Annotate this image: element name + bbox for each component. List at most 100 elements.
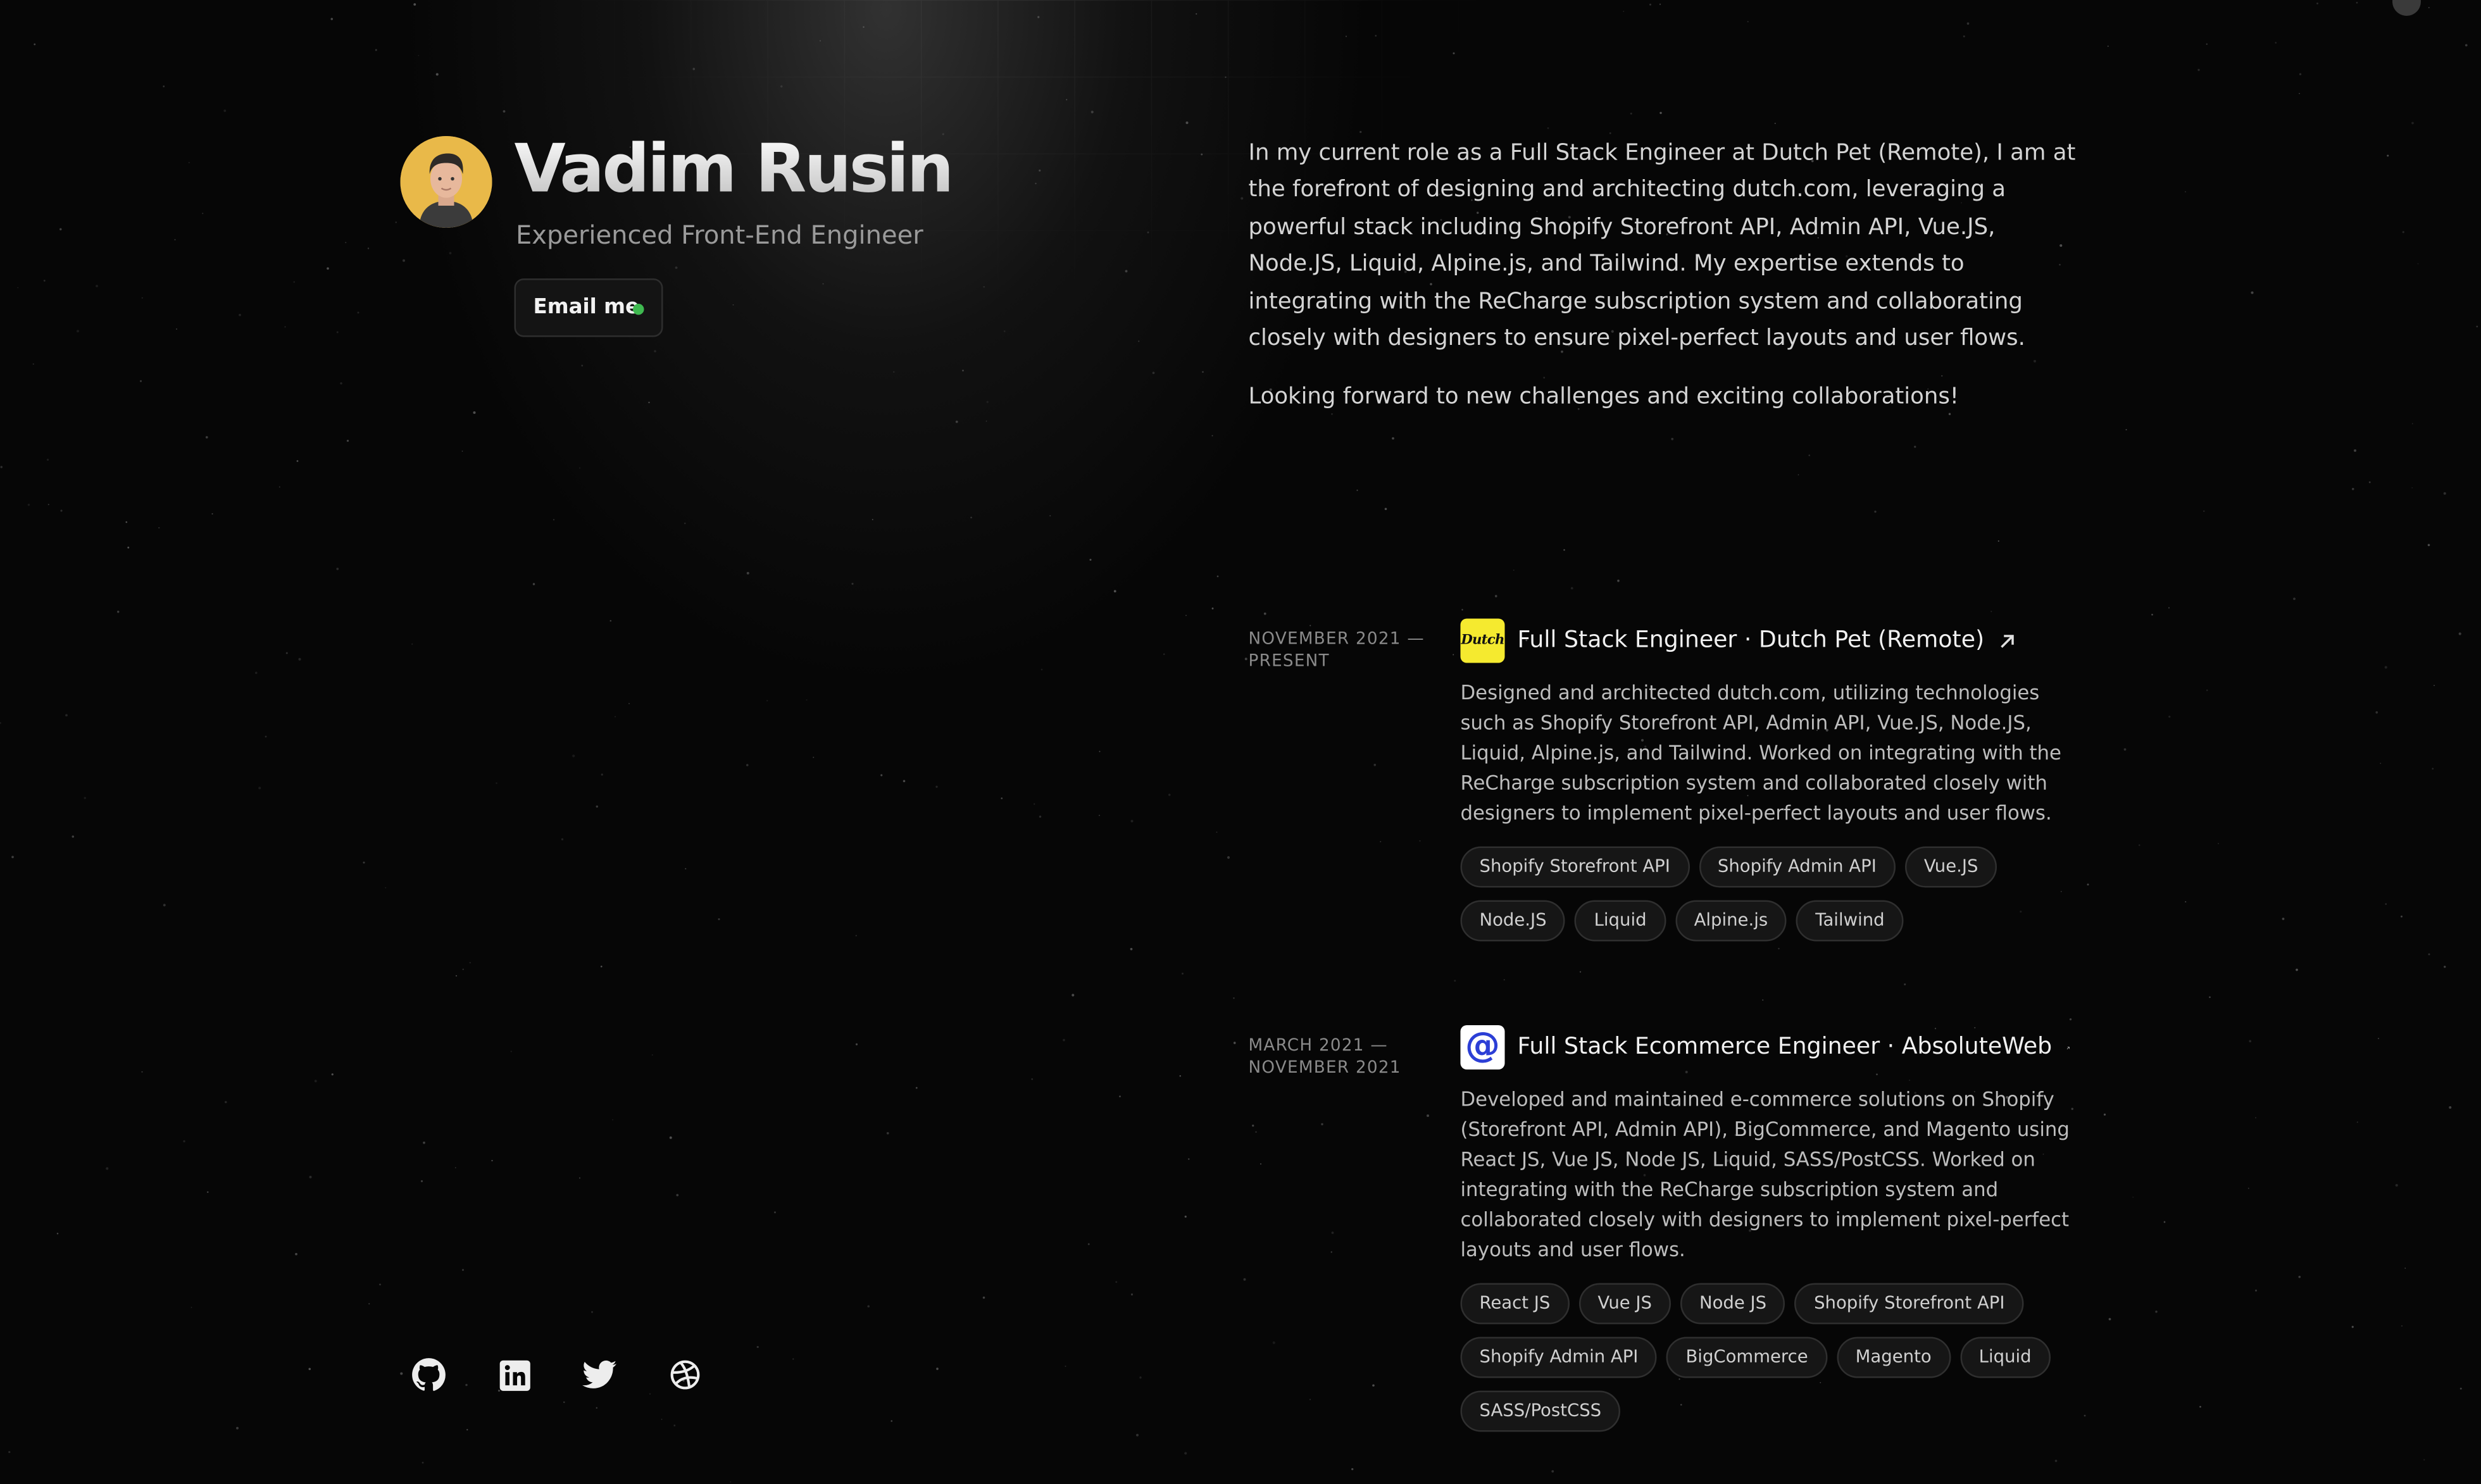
background-star (1904, 983, 1906, 986)
background-star (820, 40, 821, 42)
experience-title-link[interactable]: @ Full Stack Ecommerce Engineer · Absolu… (1460, 1025, 2070, 1069)
linkedin-icon[interactable] (497, 1357, 532, 1392)
background-star (191, 1307, 192, 1308)
background-star (1130, 947, 1133, 951)
background-star (970, 516, 972, 519)
background-star (1623, 11, 1625, 12)
background-star (413, 3, 416, 6)
background-star (2298, 1275, 2301, 1278)
background-star (1201, 153, 1203, 156)
background-star (1331, 1231, 1334, 1234)
email-me-button[interactable]: Email me (514, 278, 663, 337)
background-star (1356, 489, 1358, 491)
background-star (469, 962, 471, 964)
about-paragraph: Looking forward to new challenges and ex… (1248, 385, 1959, 411)
background-star (893, 371, 895, 373)
background-star (561, 838, 564, 840)
background-star (581, 365, 584, 367)
background-star (2123, 748, 2127, 751)
background-star (2249, 1040, 2252, 1043)
social-links (411, 1357, 703, 1392)
background-star (1513, 570, 1515, 571)
background-star (649, 1393, 651, 1395)
background-star (1113, 590, 1116, 593)
background-star (2132, 1196, 2134, 1198)
background-star (2354, 449, 2356, 452)
background-star (1225, 76, 1227, 78)
background-star (572, 754, 575, 758)
tech-tag: BigCommerce (1666, 1337, 1827, 1378)
background-star (385, 887, 387, 889)
background-star (1774, 123, 1776, 124)
background-star (1089, 558, 1092, 561)
github-icon[interactable] (411, 1357, 446, 1392)
background-star (1187, 1158, 1190, 1160)
twitter-icon[interactable] (582, 1357, 617, 1392)
background-star (1966, 22, 1970, 25)
background-star (1375, 35, 1377, 37)
experience-date: March 2021 — November 2021 (1248, 1036, 1401, 1078)
background-star (2206, 43, 2208, 45)
background-star (648, 401, 650, 404)
background-star (2385, 903, 2387, 905)
email-button-label: Email me (533, 296, 640, 320)
background-star (746, 764, 749, 766)
background-star (163, 85, 165, 87)
background-star (2316, 3, 2318, 4)
background-star (1494, 595, 1497, 597)
background-star (278, 486, 280, 488)
background-star (1551, 1470, 1554, 1473)
background-star (141, 297, 143, 299)
background-star (1119, 1095, 1121, 1097)
background-star (65, 714, 68, 717)
background-star (2458, 632, 2461, 635)
background-star (615, 716, 616, 718)
background-star (1063, 1038, 1065, 1042)
background-star (774, 1211, 776, 1214)
background-star (96, 285, 98, 287)
background-star (1211, 608, 1214, 609)
background-star (1233, 1042, 1236, 1044)
background-star (367, 247, 370, 249)
background-star (612, 1119, 613, 1121)
background-star (628, 702, 630, 704)
background-star (2206, 689, 2208, 692)
background-star (473, 411, 476, 415)
background-star (2209, 996, 2211, 999)
background-star (1808, 454, 1811, 456)
background-star (1168, 794, 1171, 796)
background-star (265, 735, 267, 738)
background-star (1630, 113, 1632, 115)
dribbble-icon[interactable] (668, 1357, 703, 1392)
background-star (223, 109, 227, 112)
background-star (56, 1233, 59, 1235)
tech-tag: Vue.JS (1904, 846, 1997, 888)
background-star (1461, 609, 1463, 611)
background-star (1136, 1433, 1139, 1437)
background-star (1309, 1399, 1311, 1400)
tech-tag: Tailwind (1796, 900, 1904, 942)
experience-description: Designed and architected dutch.com, util… (1460, 682, 2061, 825)
background-star (1202, 371, 1204, 373)
background-star (2377, 1037, 2380, 1040)
background-star (379, 1283, 381, 1286)
experience-title-link[interactable]: Dutch Full Stack Engineer · Dutch Pet (R… (1460, 618, 2070, 663)
background-star (418, 54, 420, 56)
background-star (1037, 16, 1040, 18)
avatar-portrait-icon (400, 136, 492, 228)
background-star (872, 519, 873, 520)
background-star (298, 658, 301, 661)
background-star (1255, 1131, 1257, 1133)
background-star (2465, 44, 2468, 47)
background-star (423, 1141, 425, 1144)
background-star (461, 451, 463, 452)
dutch-logo-icon: Dutch (1460, 618, 1505, 663)
background-star (1874, 510, 1877, 513)
background-star (2428, 953, 2430, 956)
background-star (1373, 763, 1377, 766)
background-star (1130, 1293, 1134, 1296)
tech-tag: Magento (1836, 1337, 1951, 1378)
background-star (188, 161, 190, 164)
background-star (2299, 73, 2302, 75)
background-star (1345, 35, 1347, 37)
